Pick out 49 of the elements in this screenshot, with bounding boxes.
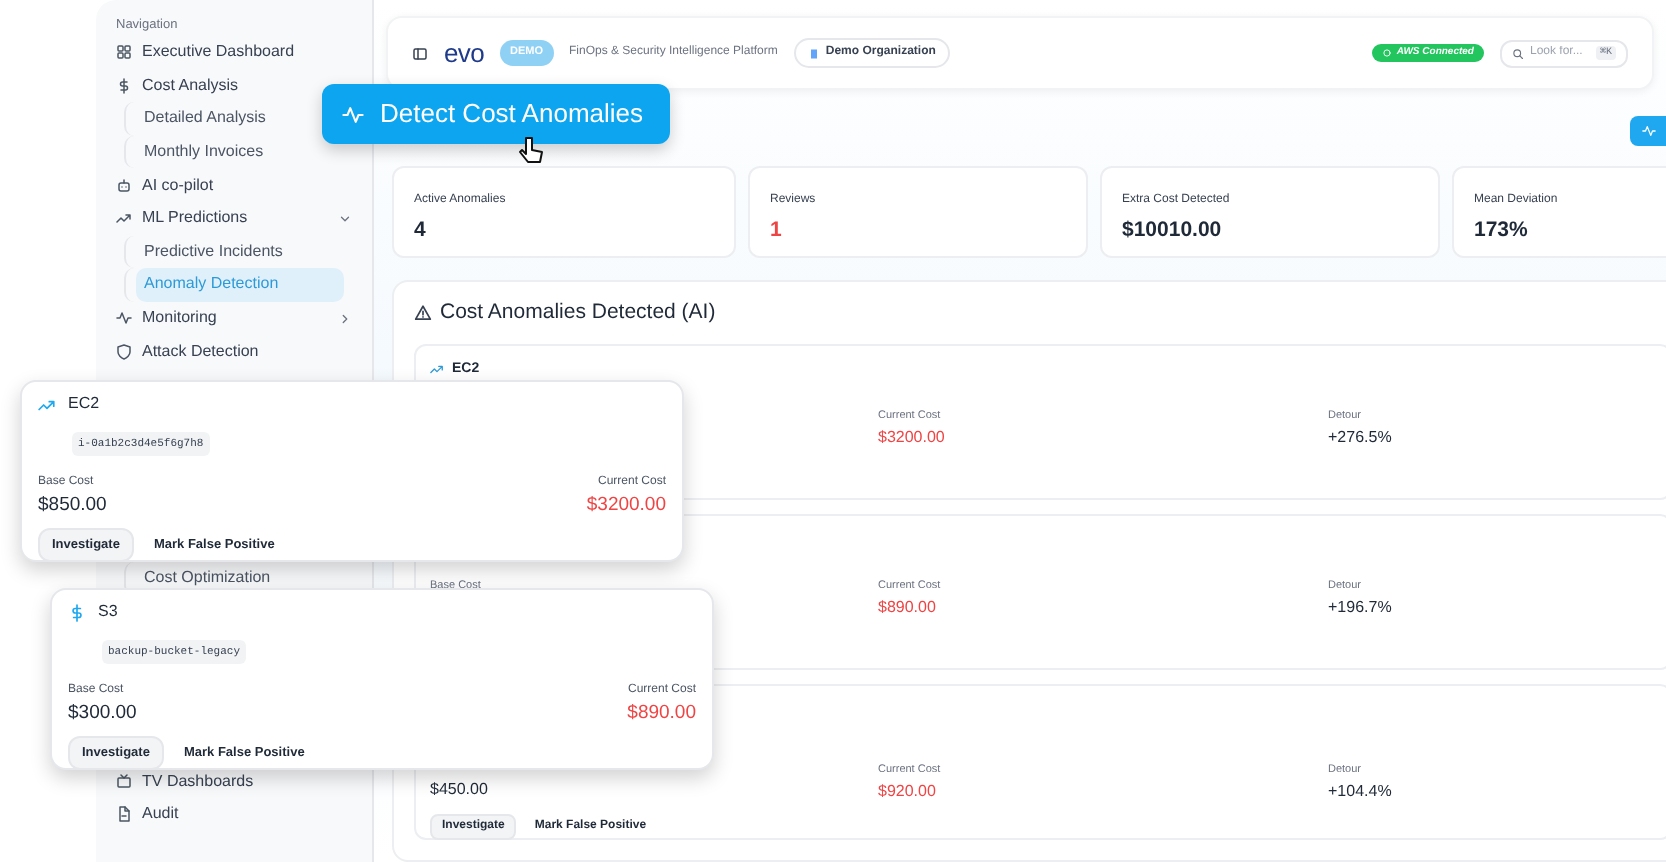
stat-value: $10010.00 xyxy=(1122,216,1222,246)
detour-value: +104.4% xyxy=(1328,780,1394,804)
current-cost-value: $3200.00 xyxy=(878,426,947,450)
trend-up-icon xyxy=(38,395,56,413)
sidebar-item[interactable]: Attack Detection xyxy=(106,334,269,368)
base-cost-value: $850.00 xyxy=(38,492,107,520)
sidebar-item[interactable]: Cost Analysis xyxy=(106,69,249,103)
stat-value: 4 xyxy=(414,216,426,246)
stat-value: 1 xyxy=(770,216,782,246)
trend-up-icon xyxy=(116,210,132,227)
warning-icon xyxy=(414,304,432,323)
current-cost-value: $890.00 xyxy=(878,596,938,620)
dollar-icon xyxy=(68,603,86,621)
sidebar-item[interactable]: Executive Dashboard xyxy=(106,36,305,70)
sidebar-item[interactable]: Predictive Incidents xyxy=(136,235,291,269)
current-cost-value: $920.00 xyxy=(878,780,938,804)
shield-icon xyxy=(116,343,132,360)
pulse-icon xyxy=(116,310,132,327)
dollar-icon xyxy=(116,77,132,94)
pulse-icon xyxy=(1641,124,1655,138)
section-title: Cost Anomalies Detected (AI) xyxy=(440,298,716,328)
sidebar-toggle-icon xyxy=(412,45,428,61)
sidebar-item[interactable]: Monitoring xyxy=(106,301,362,335)
grid-icon xyxy=(116,44,132,61)
current-cost-value: $3200.00 xyxy=(586,492,666,520)
pulse-icon xyxy=(342,103,364,125)
sidebar-item[interactable]: Audit xyxy=(106,798,189,832)
sidebar-item[interactable]: Cost Optimization xyxy=(136,561,279,596)
robot-icon xyxy=(116,177,132,194)
sidebar-item[interactable]: Detailed Analysis xyxy=(136,102,274,136)
trend-up-icon xyxy=(430,362,444,377)
sidebar-item[interactable]: Monthly Invoices xyxy=(136,135,272,169)
detour-value: +276.5% xyxy=(1328,426,1394,450)
base-cost-value: $450.00 xyxy=(430,777,490,802)
base-cost-value: $300.00 xyxy=(68,700,137,728)
status-icon xyxy=(1382,48,1393,58)
logo: evo xyxy=(444,40,484,66)
sidebar-item[interactable]: ML Predictions xyxy=(106,201,362,236)
detect-button[interactable] xyxy=(1630,116,1666,146)
sidebar-item[interactable]: TV Dashboards xyxy=(106,765,264,799)
sidebar-item[interactable]: AI co-pilot xyxy=(106,168,224,202)
current-cost-value: $890.00 xyxy=(627,700,696,728)
search-icon xyxy=(1512,47,1524,59)
service-name: EC2 xyxy=(68,392,100,416)
file-icon xyxy=(116,806,132,823)
detour-value: +196.7% xyxy=(1328,596,1394,620)
service-name: S3 xyxy=(98,600,118,624)
stat-value: 173% xyxy=(1474,216,1528,246)
tv-icon xyxy=(116,773,132,790)
